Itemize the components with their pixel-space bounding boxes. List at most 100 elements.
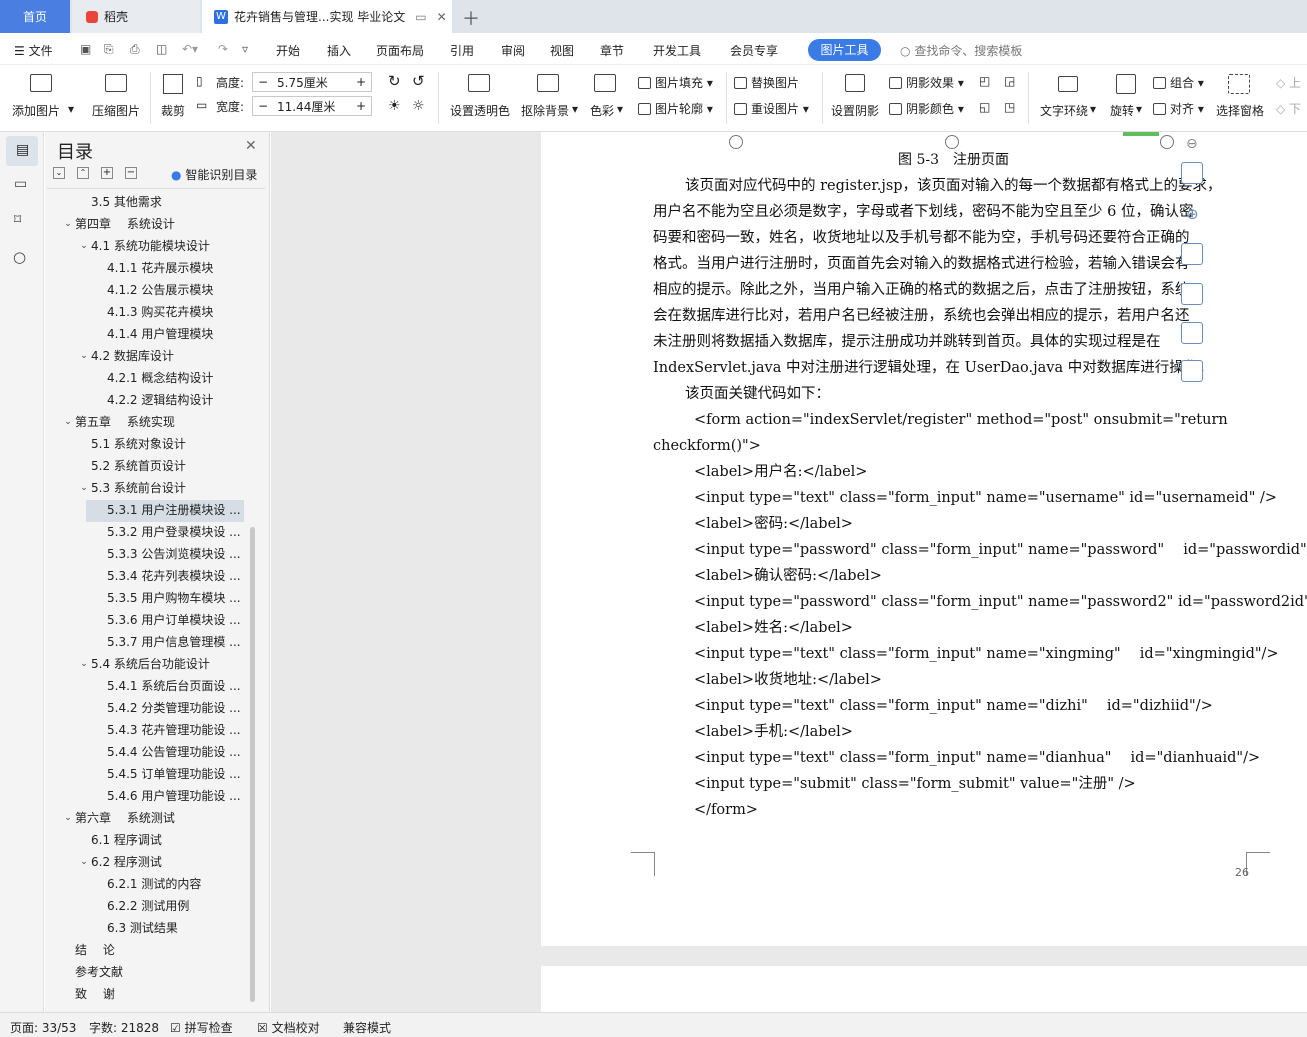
zoom-out-icon[interactable]: ⊖ [1186, 136, 1198, 152]
menu-dev-tools[interactable]: 开发工具 [653, 42, 701, 59]
toc-item[interactable]: 结 论 [75, 940, 115, 960]
picture-translate-icon[interactable] [1181, 322, 1203, 344]
toc-item[interactable]: 5.3.7 用户信息管理模 ... [107, 632, 241, 652]
spell-check-button[interactable]: ☑ 拼写检查 [170, 1019, 233, 1036]
plus-icon[interactable]: + [351, 99, 371, 113]
chevron-down-icon[interactable]: ⌄ [62, 416, 74, 428]
toc-item[interactable]: 5.3.3 公告浏览模块设 ... [107, 544, 241, 564]
menu-insert[interactable]: 插入 [327, 42, 351, 59]
toc-icon[interactable]: ▤ [6, 136, 38, 166]
outline-button[interactable]: 图片轮廓 ▾ [638, 100, 713, 117]
chevron-down-icon[interactable]: ⌄ [62, 812, 74, 824]
compress-button[interactable]: 压缩图片 [92, 102, 140, 119]
toc-item[interactable]: 5.3.5 用户购物车模块 ... [107, 588, 241, 608]
save-icon[interactable]: ▣ [80, 42, 91, 56]
toc-item[interactable]: 5.3 系统前台设计 [91, 478, 186, 498]
zoom-in-icon[interactable]: ⊕ [1186, 205, 1199, 223]
brightness-down-icon[interactable]: ☼ [412, 98, 425, 114]
chevron-down-icon[interactable]: ⌄ [78, 658, 90, 670]
toc-item[interactable]: 第四章 系统设计 [75, 214, 175, 234]
plus-icon[interactable]: + [351, 75, 371, 89]
toc-item[interactable]: 4.2.2 逻辑结构设计 [107, 390, 213, 410]
tab-daoke[interactable]: 稻壳 [72, 0, 200, 33]
align-button[interactable]: 对齐 ▾ [1153, 100, 1204, 117]
chevron-down-icon[interactable]: ⌄ [78, 482, 90, 494]
color-button[interactable]: 色彩 [590, 102, 614, 119]
toc-item[interactable]: 5.4.4 公告管理功能设 ... [107, 742, 241, 762]
text-wrap-dropdown-icon[interactable]: ▾ [1090, 102, 1096, 116]
rotate-button[interactable]: 旋转 [1110, 102, 1134, 119]
toc-item[interactable]: 4.2.1 概念结构设计 [107, 368, 213, 388]
shadow-right-icon[interactable]: ◳ [1004, 100, 1015, 114]
toc-item[interactable]: 4.2 数据库设计 [91, 346, 174, 366]
add-picture-dropdown-icon[interactable]: ▾ [68, 102, 74, 116]
minus-icon[interactable]: − [253, 99, 273, 113]
select-pane-button[interactable]: 选择窗格 [1216, 102, 1264, 119]
print-icon[interactable]: ⎙ [130, 42, 140, 57]
toc-item[interactable]: 6.1 程序调试 [91, 830, 162, 850]
redo-icon[interactable]: ↷ [218, 42, 228, 56]
shadow-color-button[interactable]: 阴影颜色 ▾ [889, 100, 964, 117]
toc-item[interactable]: 4.1.2 公告展示模块 [107, 280, 213, 300]
crop-button[interactable]: 裁剪 [161, 102, 185, 119]
expand-down-icon[interactable]: ⌄ [53, 167, 65, 179]
toc-item[interactable]: 4.1.1 花卉展示模块 [107, 258, 213, 278]
toc-item[interactable]: 5.4.2 分类管理功能设 ... [107, 698, 241, 718]
remove-bg-dropdown-icon[interactable]: ▾ [572, 102, 578, 116]
shadow-up-icon[interactable]: ◰ [979, 74, 990, 88]
rotate-handle[interactable] [1123, 132, 1159, 136]
close-icon[interactable]: ✕ [245, 138, 257, 154]
send-backward-button[interactable]: ◇ 下 [1276, 100, 1301, 117]
toc-item[interactable]: 5.4.6 用户管理功能设 ... [107, 786, 241, 806]
toc-item[interactable]: 6.2 程序测试 [91, 852, 162, 872]
toc-item[interactable]: 5.4.5 订单管理功能设 ... [107, 764, 241, 784]
chevron-down-icon[interactable]: ⌄ [62, 218, 74, 230]
toc-item[interactable]: 参考文献 [75, 962, 123, 982]
collapse-up-icon[interactable]: ⌃ [77, 167, 89, 179]
picture-to-text-icon[interactable] [1181, 283, 1203, 305]
brightness-up-icon[interactable]: ☀ [388, 98, 401, 114]
toc-item[interactable]: 5.3.2 用户登录模块设 ... [107, 522, 241, 542]
toc-item[interactable]: 5.1 系统对象设计 [91, 434, 186, 454]
toc-item[interactable]: 6.2.2 测试用例 [107, 896, 189, 916]
close-icon[interactable]: ✕ [437, 10, 447, 24]
new-tab-plus-icon[interactable]: ＋ [462, 5, 480, 31]
set-shadow-button[interactable]: 设置阴影 [831, 102, 879, 119]
toc-item[interactable]: 5.4 系统后台功能设计 [91, 654, 210, 674]
menu-layout[interactable]: 页面布局 [376, 42, 424, 59]
toc-item[interactable]: 5.4.3 花卉管理功能设 ... [107, 720, 241, 740]
add-level-icon[interactable]: + [101, 167, 113, 179]
shadow-left-icon[interactable]: ◱ [979, 100, 990, 114]
shadow-down-icon[interactable]: ◲ [1004, 74, 1015, 88]
menu-section[interactable]: 章节 [600, 42, 624, 59]
monitor-icon[interactable]: ▭ [415, 10, 426, 24]
layout-options-icon[interactable] [1181, 162, 1203, 184]
toc-item[interactable]: 5.3.4 花卉列表模块设 ... [107, 566, 241, 586]
toc-item[interactable]: 第六章 系统测试 [75, 808, 175, 828]
remove-bg-button[interactable]: 抠除背景 [521, 102, 569, 119]
customize-icon[interactable]: ▿ [242, 42, 248, 56]
rotate-left-icon[interactable]: ↻ [388, 72, 401, 90]
remove-level-icon[interactable]: − [125, 167, 137, 179]
tab-document[interactable]: W 花卉销售与管理...实现 毕业论文 ▭ ✕ [202, 0, 452, 33]
toc-item[interactable]: 5.3.1 用户注册模块设 ... [107, 500, 241, 520]
export-icon[interactable]: ⎘ [104, 42, 114, 57]
transparent-button[interactable]: 设置透明色 [450, 102, 510, 119]
proofread-button[interactable]: ☒ 文档校对 [257, 1019, 320, 1036]
toc-item[interactable]: 5.4.1 系统后台页面设 ... [107, 676, 241, 696]
menu-view[interactable]: 视图 [550, 42, 574, 59]
toc-item[interactable]: 4.1 系统功能模块设计 [91, 236, 210, 256]
toc-item[interactable]: 3.5 其他需求 [91, 192, 162, 212]
preview-icon[interactable]: ◫ [156, 42, 167, 56]
replace-picture-button[interactable]: 替换图片 [734, 74, 799, 91]
image-handle[interactable] [729, 135, 743, 149]
minus-icon[interactable]: − [253, 75, 273, 89]
width-input[interactable]: − 11.44厘米 + [252, 96, 372, 116]
text-wrap-button[interactable]: 文字环绕 [1040, 102, 1088, 119]
image-handle[interactable] [1160, 135, 1174, 149]
toc-item[interactable]: 5.2 系统首页设计 [91, 456, 186, 476]
rotate-right-icon[interactable]: ↺ [412, 72, 425, 90]
menu-reference[interactable]: 引用 [450, 42, 474, 59]
add-picture-button[interactable]: 添加图片 [12, 102, 60, 119]
fill-button[interactable]: 图片填充 ▾ [638, 74, 713, 91]
